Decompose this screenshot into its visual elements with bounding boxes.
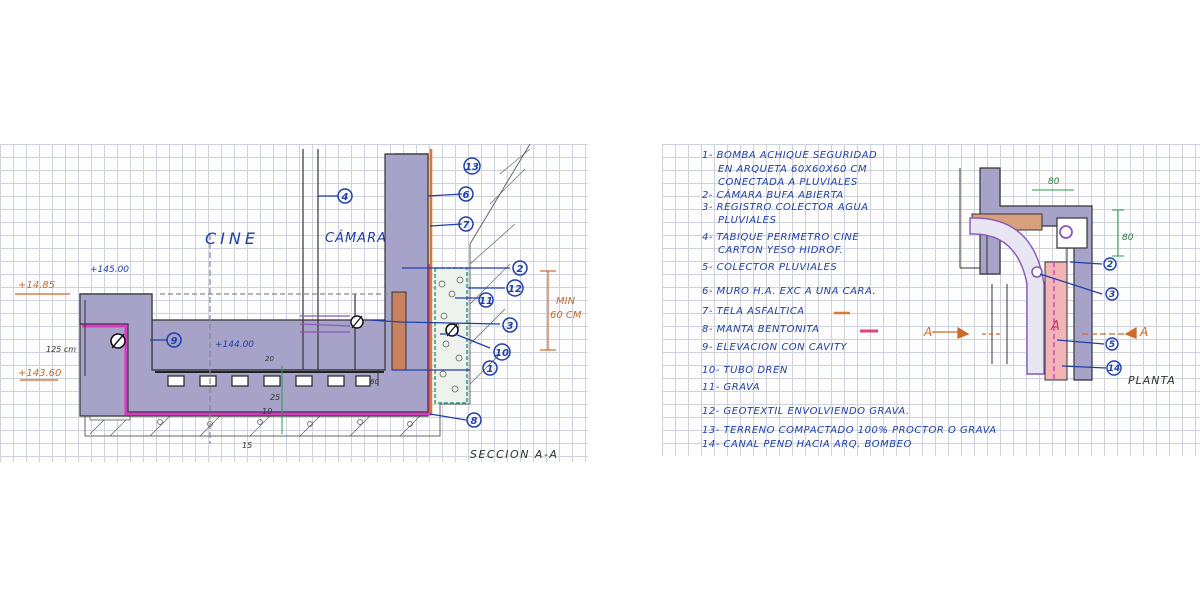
callout-3-label: 3	[507, 321, 514, 332]
section-caption: SECCION A-A	[470, 448, 558, 461]
level-top-mid: +145.00	[90, 265, 129, 275]
section-drawing: 4 6 7 13 2 12 11 3 10 1 8 9 CINE CÁMARA …	[15, 144, 582, 461]
room-label-camara: CÁMARA	[325, 230, 387, 246]
brick-wall	[391, 291, 407, 371]
dim-min-cm: 60 CM	[550, 310, 582, 321]
level-top-left: +14.85	[18, 280, 55, 291]
plan-callout-circles	[1103, 257, 1122, 376]
plan-caption: PLANTA	[1128, 374, 1176, 387]
callout-9-label: 9	[171, 336, 178, 347]
dim-15: 15	[242, 441, 252, 450]
callout-12-label: 12	[508, 284, 522, 295]
plan-dim-side: 80	[1122, 233, 1134, 243]
dim-20: 20	[265, 355, 274, 363]
callout-11-label: 11	[479, 296, 493, 307]
dim-60: 60	[370, 378, 379, 386]
section-mark-left: A	[923, 325, 932, 339]
height-125: 125 cm	[46, 345, 76, 354]
level-bottom-left: +143.60	[18, 368, 61, 379]
plan-dim-top: 80	[1048, 177, 1060, 187]
plan-callout-numbers: 2 3 5 14	[1107, 260, 1120, 374]
dim-25: 25	[270, 393, 280, 402]
plan-callout-5: 5	[1109, 340, 1115, 350]
callout-1-label: 1	[487, 364, 494, 375]
section-mark-right: A	[1139, 325, 1148, 339]
callout-8-label: 8	[471, 416, 478, 427]
room-label-cine: CINE	[205, 229, 259, 248]
legend-plan-sheet: 1- BOMBA ACHIQUE SEGURIDAD EN ARQUETA 60…	[662, 144, 1200, 456]
section-sheet: 4 6 7 13 2 12 11 3 10 1 8 9 CINE CÁMARA …	[0, 144, 588, 462]
plan-pump	[1031, 266, 1043, 278]
callout-4-label: 4	[341, 192, 349, 203]
dim-10: 10	[262, 407, 272, 416]
level-floor: +144.00	[215, 340, 254, 350]
section-mark-center: A	[1050, 319, 1060, 334]
callout-13-label: 13	[465, 162, 479, 173]
plan-drawing: 80 80 A A A 2 3 5 14 PLANTA	[834, 167, 1176, 387]
callout-10-label: 10	[495, 348, 509, 359]
plan-callout-14: 14	[1108, 364, 1121, 374]
u-channel-wall	[79, 153, 429, 413]
callout-2-label: 2	[517, 264, 524, 275]
dim-min: MIN	[556, 296, 576, 307]
plan-callout-2: 2	[1107, 260, 1113, 270]
callout-6-label: 6	[463, 190, 470, 201]
plan-callout-3: 3	[1109, 290, 1115, 300]
callout-7-label: 7	[463, 220, 470, 231]
